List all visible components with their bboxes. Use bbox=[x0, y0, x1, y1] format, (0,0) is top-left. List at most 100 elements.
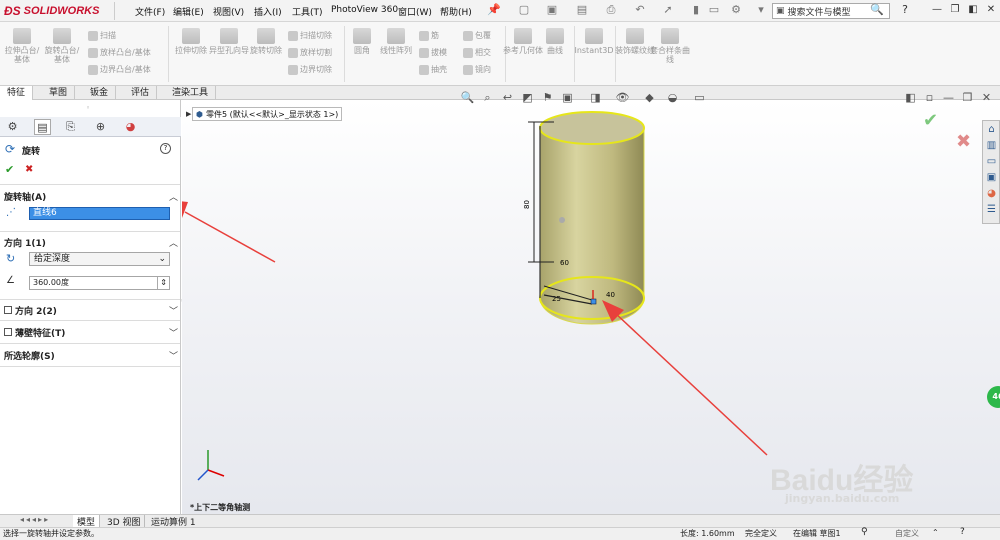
file-properties-icon[interactable]: ▭ bbox=[707, 3, 721, 17]
tab-scroll-icons[interactable]: ◂◂◂▸▸ bbox=[20, 515, 50, 524]
curves-button[interactable]: 曲线 bbox=[535, 28, 575, 55]
panel-grip-icon[interactable]: ◦ bbox=[86, 104, 90, 112]
axis-selection-field[interactable]: 直线6 bbox=[29, 207, 170, 220]
revolve-boss-button[interactable]: 旋转凸台/基体 bbox=[42, 28, 82, 64]
rib-button[interactable]: 筋 bbox=[419, 30, 439, 41]
app-logo[interactable]: ƉS SOLIDWORKS bbox=[4, 3, 112, 19]
angle-icon: ∠ bbox=[6, 275, 15, 286]
revolve-boss-icon bbox=[53, 28, 71, 44]
open-file-icon[interactable]: ▣ bbox=[545, 3, 559, 17]
property-manager-icon[interactable]: ▤ bbox=[34, 119, 51, 135]
extrude-cut-button[interactable]: 拉伸切除 bbox=[171, 28, 211, 55]
tile-icon[interactable]: ◧ bbox=[966, 3, 980, 17]
search-icon[interactable]: 🔍 bbox=[870, 3, 884, 17]
spinner-icon[interactable]: ⇕ bbox=[157, 277, 169, 289]
loft-cut-button[interactable]: 放样切割 bbox=[288, 47, 332, 58]
menu-edit[interactable]: 编辑(E) bbox=[173, 5, 204, 18]
boundary-boss-button[interactable]: 边界凸台/基体 bbox=[88, 64, 151, 75]
print-icon[interactable]: ⎙ bbox=[604, 3, 618, 17]
menu-view[interactable]: 视图(V) bbox=[213, 5, 244, 18]
draft-button[interactable]: 拔模 bbox=[419, 47, 447, 58]
menu-file[interactable]: 文件(F) bbox=[135, 5, 165, 18]
help-circle-icon[interactable]: ? bbox=[160, 143, 171, 154]
sweep-button[interactable]: 扫描 bbox=[88, 30, 116, 41]
tab-features[interactable]: 特征 bbox=[0, 86, 34, 100]
chevron-down-icon: ⌄ bbox=[158, 254, 166, 264]
configuration-manager-icon[interactable]: ⎘ bbox=[62, 119, 79, 135]
ok-button[interactable]: ✔ bbox=[5, 163, 14, 176]
options-gear-icon[interactable]: ⚙ bbox=[729, 3, 743, 17]
menu-photoview[interactable]: PhotoView 360 bbox=[331, 5, 398, 15]
dimension-small-label[interactable]: 40 bbox=[606, 291, 615, 299]
selected-contours-section-header[interactable]: 所选轮廓(S) ﹀ bbox=[4, 347, 178, 363]
select-icon[interactable]: ➚ bbox=[661, 3, 675, 17]
mirror-button[interactable]: 镜向 bbox=[463, 64, 491, 75]
chevron-down-icon: ﹀ bbox=[168, 328, 178, 339]
dimxpert-icon[interactable]: ⊕ bbox=[92, 119, 109, 135]
boundary-cut-button[interactable]: 边界切除 bbox=[288, 64, 332, 75]
origin-marker-icon bbox=[559, 217, 565, 223]
shell-button[interactable]: 抽壳 bbox=[419, 64, 447, 75]
cosmetic-thread-button[interactable]: 装饰螺纹线 bbox=[615, 28, 655, 55]
tab-sheet-metal[interactable]: 钣金 bbox=[83, 86, 117, 100]
instant3d-icon bbox=[585, 28, 603, 44]
boundary-icon bbox=[88, 64, 98, 75]
end-condition-select[interactable]: 给定深度 ⌄ bbox=[29, 252, 170, 266]
chevron-up-icon[interactable]: ⌃ bbox=[932, 528, 939, 537]
restore-icon[interactable]: ❐ bbox=[948, 3, 962, 17]
display-manager-icon[interactable]: ◕ bbox=[122, 119, 139, 135]
tab-evaluate[interactable]: 评估 bbox=[124, 86, 158, 100]
rebuild-status-icon[interactable]: ⚲ bbox=[861, 527, 868, 537]
thin-feature-section-header[interactable]: 薄壁特征(T) ﹀ bbox=[4, 324, 178, 340]
units-selector[interactable]: 自定义 bbox=[895, 528, 919, 539]
menu-tools[interactable]: 工具(T) bbox=[292, 5, 323, 18]
menu-insert[interactable]: 插入(I) bbox=[254, 5, 282, 18]
feature-manager-icon[interactable]: ⚙ bbox=[4, 119, 21, 135]
angle-input[interactable]: 360.00度 ⇕ bbox=[29, 276, 170, 290]
divider bbox=[0, 299, 180, 300]
direction2-checkbox[interactable] bbox=[4, 305, 12, 314]
new-file-icon[interactable]: ▢ bbox=[517, 3, 531, 17]
annotation-arrowhead-1 bbox=[182, 201, 188, 218]
rebuild-icon[interactable]: ▮ bbox=[689, 3, 703, 17]
wrap-button[interactable]: 包覆 bbox=[463, 30, 491, 41]
status-length: 长度: 1.60mm bbox=[680, 529, 735, 538]
intersect-button[interactable]: 相交 bbox=[463, 47, 491, 58]
hole-wizard-button[interactable]: 异型孔向导 bbox=[209, 28, 249, 55]
axis-section-header[interactable]: 旋转轴(A) ︿ bbox=[4, 188, 178, 204]
help-icon[interactable]: ? bbox=[898, 3, 912, 17]
minimize-icon[interactable]: — bbox=[930, 3, 944, 17]
menu-window[interactable]: 窗口(W) bbox=[398, 5, 432, 18]
reverse-direction-icon[interactable]: ↻ bbox=[6, 252, 15, 265]
close-icon[interactable]: ✕ bbox=[984, 3, 998, 17]
save-icon[interactable]: ▤ bbox=[575, 3, 589, 17]
loft-boss-button[interactable]: 放样凸台/基体 bbox=[88, 47, 151, 58]
dimension-height-label[interactable]: 80 bbox=[523, 200, 531, 209]
revolve-cut-button[interactable]: 旋转切除 bbox=[246, 28, 286, 55]
linear-pattern-button[interactable]: 线性阵列 bbox=[376, 28, 416, 55]
sweep-cut-button[interactable]: 扫描切除 bbox=[288, 30, 332, 41]
divider bbox=[0, 320, 180, 321]
annotation-arrow-2 bbox=[613, 311, 768, 456]
tab-render-tools[interactable]: 渲染工具 bbox=[165, 86, 217, 100]
search-input[interactable]: 搜索文件与模型 bbox=[788, 5, 851, 18]
direction1-section-header[interactable]: 方向 1(1) ︿ bbox=[4, 234, 178, 250]
cancel-button[interactable]: ✖ bbox=[25, 164, 33, 175]
more-icon[interactable]: ▾ bbox=[754, 3, 768, 17]
instant3d-button[interactable]: Instant3D bbox=[572, 28, 616, 55]
menu-help[interactable]: 帮助(H) bbox=[440, 5, 472, 18]
pin-icon[interactable]: 📌 bbox=[487, 3, 501, 17]
undo-icon[interactable]: ↶ bbox=[633, 3, 647, 17]
cylinder-top-edge[interactable] bbox=[539, 111, 645, 145]
direction2-section-header[interactable]: 方向 2(2) ﹀ bbox=[4, 302, 178, 318]
sketch-point-handle[interactable] bbox=[590, 298, 597, 305]
dimension-small-label[interactable]: 60 bbox=[560, 259, 569, 267]
tab-sketch[interactable]: 草图 bbox=[42, 86, 76, 100]
status-help-icon[interactable]: ? bbox=[960, 527, 965, 537]
extrude-boss-button[interactable]: 拉伸凸台/基体 bbox=[2, 28, 42, 64]
model-viewport[interactable]: 80 25 60 40 bbox=[182, 100, 1000, 514]
app-name: SOLIDWORKS bbox=[23, 5, 100, 17]
thin-feature-checkbox[interactable] bbox=[4, 327, 12, 336]
cosmetic-thread-icon bbox=[626, 28, 644, 44]
fit-spline-button[interactable]: 套合样条曲线 bbox=[650, 28, 690, 64]
